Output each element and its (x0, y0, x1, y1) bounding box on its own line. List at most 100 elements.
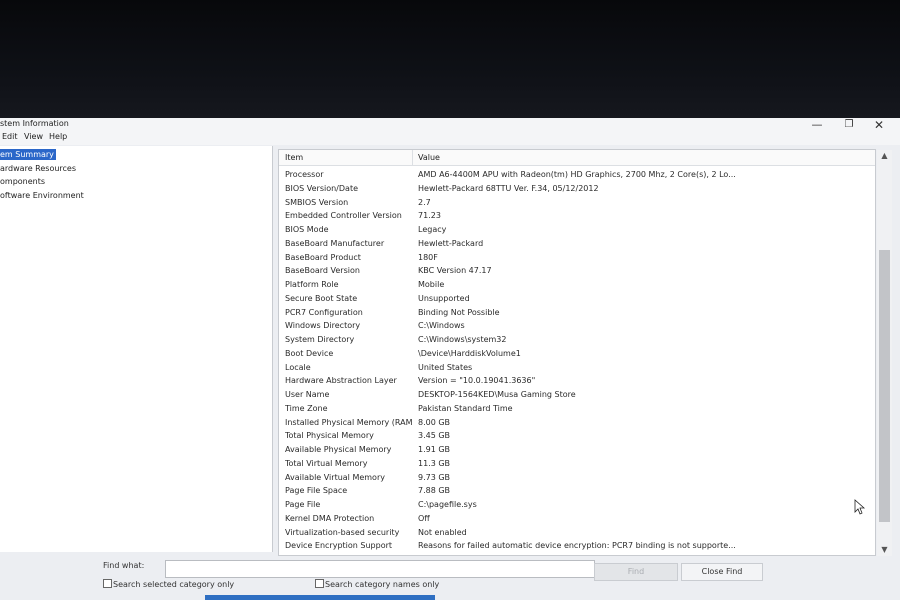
row-value: Mobile (418, 280, 445, 289)
table-row[interactable]: Windows Directory C:\Windows (279, 319, 875, 333)
table-row[interactable]: Total Virtual Memory 11.3 GB (279, 457, 875, 471)
table-row[interactable]: Embedded Controller Version 71.23 (279, 209, 875, 223)
table-row[interactable]: BaseBoard Version KBC Version 47.17 (279, 264, 875, 278)
table-row[interactable]: SMBIOS Version 2.7 (279, 196, 875, 210)
menu-bar: Edit View Help (0, 131, 900, 145)
row-item: Processor (285, 170, 324, 179)
table-row[interactable]: Available Physical Memory 1.91 GB (279, 443, 875, 457)
checkbox-label: Search category names only (325, 580, 440, 589)
row-item: Platform Role (285, 280, 339, 289)
row-item: Total Physical Memory (285, 431, 374, 441)
search-category-names-checkbox[interactable]: Search category names only (315, 579, 439, 591)
tree-item-hardware-resources[interactable]: ardware Resources (0, 163, 76, 174)
row-value: Unsupported (418, 293, 470, 303)
table-row[interactable]: Device Encryption Support Reasons for fai… (279, 539, 875, 553)
find-button[interactable]: Find (594, 563, 678, 581)
row-value: 8.00 GB (418, 417, 451, 427)
row-value: C:\Windows\system32 (418, 335, 507, 344)
table-row[interactable]: BaseBoard Manufacturer Hewlett-Packard (279, 237, 875, 251)
table-row[interactable]: Kernel DMA Protection Off (279, 512, 875, 526)
row-item: User Name (285, 390, 330, 399)
row-item: Time Zone (285, 403, 328, 413)
details-list: Item Value Processor AMD A6-4400M APU wit… (278, 149, 876, 556)
row-item: Virtualization-based security (285, 527, 400, 537)
list-header: Item Value (279, 150, 875, 166)
table-row[interactable]: Processor AMD A6-4400M APU with Radeon(tm… (279, 168, 875, 182)
row-item: BaseBoard Version (285, 266, 360, 276)
row-item: Device Encryption Support (285, 541, 393, 551)
row-value: \Device\HarddiskVolume1 (418, 348, 521, 358)
row-value: Version = "10.0.19041.3636" (418, 376, 536, 386)
table-row[interactable]: BIOS Version/Date Hewlett-Packard 68TTU V… (279, 182, 875, 196)
find-label: Find what: (103, 561, 145, 570)
taskbar-strip (205, 595, 435, 600)
row-value: 1.91 GB (418, 445, 451, 454)
row-item: BaseBoard Product (285, 252, 361, 262)
table-row[interactable]: Boot Device \Device\HarddiskVolume1 (279, 347, 875, 361)
vertical-scrollbar[interactable]: ▲ ▼ (877, 150, 892, 556)
tree-item-system-summary[interactable]: em Summary (0, 149, 56, 160)
mouse-cursor-icon (854, 499, 866, 515)
table-row[interactable]: Time Zone Pakistan Standard Time (279, 402, 875, 416)
table-row[interactable]: Virtualization-based security Not enabled (279, 526, 875, 540)
table-row[interactable]: Total Physical Memory 3.45 GB (279, 429, 875, 443)
row-value: C:\Windows (418, 321, 465, 331)
row-value: United States (418, 362, 473, 372)
table-row[interactable]: Locale United States (279, 361, 875, 375)
column-divider[interactable] (412, 150, 413, 165)
close-find-button[interactable]: Close Find (681, 563, 763, 581)
search-selected-category-checkbox[interactable]: Search selected category only (103, 579, 234, 591)
row-item: BIOS Mode (285, 225, 329, 234)
row-value: 2.7 (418, 197, 431, 207)
column-header-value[interactable]: Value (418, 150, 440, 165)
scroll-down-icon[interactable]: ▼ (877, 544, 892, 556)
maximize-button[interactable]: ❐ (837, 118, 861, 132)
checkbox-label: Search selected category only (113, 580, 235, 589)
row-value: C:\pagefile.sys (418, 500, 477, 509)
find-input[interactable] (165, 560, 595, 578)
table-row[interactable]: System Directory C:\Windows\system32 (279, 333, 875, 347)
table-row[interactable]: BIOS Mode Legacy (279, 223, 875, 237)
window-title: stem Information (0, 119, 69, 128)
table-row[interactable]: Platform Role Mobile (279, 278, 875, 292)
row-value: 71.23 (418, 211, 441, 221)
row-value: DESKTOP-1564KED\Musa Gaming Store (418, 390, 576, 399)
row-item: Kernel DMA Protection (285, 513, 375, 523)
table-row[interactable]: Secure Boot State Unsupported (279, 292, 875, 306)
row-item: Installed Physical Memory (RAM) (285, 417, 413, 427)
column-header-item[interactable]: Item (285, 150, 303, 165)
row-value: 180F (418, 252, 438, 262)
row-value: 11.3 GB (418, 458, 451, 468)
scroll-thumb[interactable] (879, 250, 890, 522)
row-value: KBC Version 47.17 (418, 266, 492, 276)
row-item: Boot Device (285, 348, 334, 358)
row-item: Total Virtual Memory (285, 458, 368, 468)
checkbox-box[interactable] (315, 579, 324, 588)
row-item: SMBIOS Version (285, 197, 349, 207)
table-row[interactable]: Hardware Abstraction Layer Version = "10.… (279, 374, 875, 388)
scroll-up-icon[interactable]: ▲ (877, 150, 892, 162)
table-row[interactable]: Installed Physical Memory (RAM) 8.00 GB (279, 416, 875, 430)
checkbox-box[interactable] (103, 579, 112, 588)
menu-view[interactable]: View (24, 131, 43, 143)
table-row[interactable]: User Name DESKTOP-1564KED\Musa Gaming Sto… (279, 388, 875, 402)
close-button[interactable]: ✕ (867, 118, 891, 132)
title-bar: stem Information — ❐ ✕ (0, 118, 900, 132)
row-item: Hardware Abstraction Layer (285, 376, 397, 386)
table-row[interactable]: Available Virtual Memory 9.73 GB (279, 471, 875, 485)
table-row[interactable]: PCR7 Configuration Binding Not Possible (279, 306, 875, 320)
tree-item-components[interactable]: omponents (0, 176, 45, 187)
table-row[interactable]: BaseBoard Product 180F (279, 251, 875, 265)
table-row[interactable]: Page File C:\pagefile.sys (279, 498, 875, 512)
menu-edit[interactable]: Edit (2, 131, 18, 143)
row-item: Page File Space (285, 486, 348, 496)
row-item: Available Physical Memory (285, 445, 392, 454)
menu-help[interactable]: Help (49, 131, 67, 143)
row-value: Off (418, 513, 430, 523)
row-item: Locale (285, 362, 311, 372)
tree-item-software-environment[interactable]: oftware Environment (0, 190, 84, 201)
row-value: 9.73 GB (418, 472, 451, 482)
minimize-button[interactable]: — (805, 118, 829, 132)
table-row[interactable]: Page File Space 7.88 GB (279, 484, 875, 498)
row-value: 3.45 GB (418, 431, 451, 441)
